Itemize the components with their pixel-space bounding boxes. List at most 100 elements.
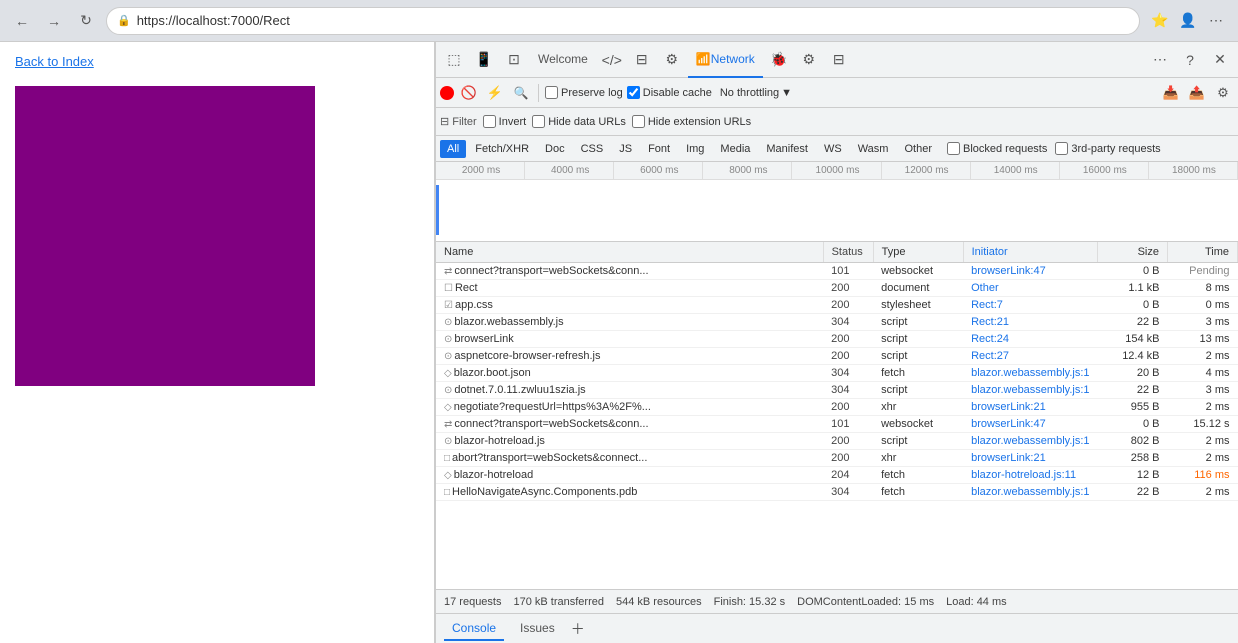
initiator-link[interactable]: browserLink:47 [971,418,1046,430]
close-devtools-button[interactable]: ✕ [1206,46,1234,74]
initiator-link[interactable]: Rect:7 [971,299,1003,311]
table-row[interactable]: ☑app.css 200 stylesheet Rect:7 0 B 0 ms [436,297,1238,314]
table-row[interactable]: □HelloNavigateAsync.Components.pdb 304 f… [436,484,1238,501]
invert-checkbox[interactable] [483,115,496,128]
type-filter-other[interactable]: Other [897,140,939,158]
elements-icon[interactable]: ⊟ [628,46,656,74]
tab-network[interactable]: 📶 Network [688,42,763,78]
type-filter-manifest[interactable]: Manifest [759,140,815,158]
row-initiator[interactable]: Rect:21 [963,314,1097,331]
hide-data-urls-checkbox[interactable] [532,115,545,128]
forward-button[interactable]: → [42,9,66,33]
row-initiator[interactable]: blazor-hotreload.js:11 [963,467,1097,484]
row-initiator[interactable]: blazor.webassembly.js:1 [963,365,1097,382]
row-initiator[interactable]: Rect:24 [963,331,1097,348]
search-button[interactable]: 🔍 [510,82,532,104]
initiator-link[interactable]: blazor.webassembly.js:1 [971,486,1089,498]
table-row[interactable]: ◇blazor-hotreload 204 fetch blazor-hotre… [436,467,1238,484]
table-row[interactable]: ⇄connect?transport=webSockets&conn... 10… [436,263,1238,280]
clear-button[interactable]: 🚫 [458,82,480,104]
table-row[interactable]: ⇄connect?transport=webSockets&conn... 10… [436,416,1238,433]
extensions-button[interactable]: ⭐ [1148,9,1172,33]
table-row[interactable]: ◇negotiate?requestUrl=https%3A%2F%... 20… [436,399,1238,416]
disable-cache-checkbox[interactable] [627,86,640,99]
initiator-link[interactable]: blazor.webassembly.js:1 [971,367,1089,379]
blocked-requests-label[interactable]: Blocked requests [947,142,1047,155]
device-toolbar-button[interactable]: 📱 [470,46,498,74]
performance-icon[interactable]: ⚙ [658,46,686,74]
type-filter-ws[interactable]: WS [817,140,849,158]
inspect-element-button[interactable]: ⬚ [440,46,468,74]
initiator-link[interactable]: Rect:27 [971,350,1009,362]
refresh-button[interactable]: ↻ [74,9,98,33]
row-initiator[interactable]: browserLink:21 [963,399,1097,416]
tab-console[interactable]: Console [444,617,504,641]
table-row[interactable]: ☐Rect 200 document Other 1.1 kB 8 ms [436,280,1238,297]
more-button[interactable]: ⋯ [1204,9,1228,33]
hide-data-urls-label[interactable]: Hide data URLs [532,115,626,128]
table-row[interactable]: ⊙blazor.webassembly.js 304 script Rect:2… [436,314,1238,331]
help-button[interactable]: ? [1176,46,1204,74]
back-button[interactable]: ← [10,9,34,33]
initiator-link[interactable]: browserLink:21 [971,401,1046,413]
table-row[interactable]: □abort?transport=webSockets&connect... 2… [436,450,1238,467]
throttling-button[interactable]: No throttling ▼ [716,85,796,101]
third-party-label[interactable]: 3rd-party requests [1055,142,1160,155]
row-initiator[interactable]: browserLink:47 [963,416,1097,433]
row-initiator[interactable]: blazor.webassembly.js:1 [963,433,1097,450]
more-options-button[interactable]: ⋯ [1146,46,1174,74]
type-filter-all[interactable]: All [440,140,466,158]
import-button[interactable]: 📥 [1160,82,1182,104]
initiator-link[interactable]: blazor-hotreload.js:11 [971,469,1076,481]
initiator-link[interactable]: Rect:24 [971,333,1009,345]
console-tab-icon[interactable]: ⊡ [500,46,528,74]
network-table-container[interactable]: Name Status Type Initiator Size Time ⇄co… [436,242,1238,589]
invert-label[interactable]: Invert [483,115,527,128]
type-filter-img[interactable]: Img [679,140,711,158]
tab-welcome[interactable]: Welcome [530,42,596,78]
preserve-log-checkbox[interactable] [545,86,558,99]
type-filter-js[interactable]: JS [612,140,639,158]
back-to-index-link[interactable]: Back to Index [0,42,434,81]
initiator-link[interactable]: Rect:21 [971,316,1009,328]
row-initiator[interactable]: blazor.webassembly.js:1 [963,484,1097,501]
more-tools-button[interactable]: 🐞 [765,46,793,74]
row-initiator[interactable]: browserLink:21 [963,450,1097,467]
type-filter-media[interactable]: Media [713,140,757,158]
filter-button[interactable]: ⊟ Filter [440,115,477,128]
row-initiator[interactable]: browserLink:47 [963,263,1097,280]
add-tab-button[interactable]: ＋ [571,619,585,639]
settings-icon[interactable]: ⚙ [795,46,823,74]
profile-button[interactable]: 👤 [1176,9,1200,33]
table-row[interactable]: ⊙blazor-hotreload.js 200 script blazor.w… [436,433,1238,450]
preserve-log-label[interactable]: Preserve log [545,86,623,99]
settings-network-button[interactable]: ⚙ [1212,82,1234,104]
table-row[interactable]: ⊙aspnetcore-browser-refresh.js 200 scrip… [436,348,1238,365]
table-row[interactable]: ⊙browserLink 200 script Rect:24 154 kB 1… [436,331,1238,348]
type-filter-wasm[interactable]: Wasm [851,140,896,158]
table-row[interactable]: ◇blazor.boot.json 304 fetch blazor.webas… [436,365,1238,382]
address-bar[interactable]: 🔒 https://localhost:7000/Rect [106,7,1140,35]
filter-toggle[interactable]: ⚡ [484,82,506,104]
initiator-link[interactable]: blazor.webassembly.js:1 [971,384,1089,396]
hide-ext-urls-checkbox[interactable] [632,115,645,128]
type-filter-css[interactable]: CSS [574,140,611,158]
export-button[interactable]: 📤 [1186,82,1208,104]
table-row[interactable]: ⊙dotnet.7.0.11.zwluu1szia.js 304 script … [436,382,1238,399]
dock-button[interactable]: ⊟ [825,46,853,74]
type-filter-fetch/xhr[interactable]: Fetch/XHR [468,140,536,158]
record-button[interactable] [440,86,454,100]
row-initiator[interactable]: Rect:7 [963,297,1097,314]
hide-ext-urls-label[interactable]: Hide extension URLs [632,115,751,128]
third-party-checkbox[interactable] [1055,142,1068,155]
blocked-requests-checkbox[interactable] [947,142,960,155]
initiator-link[interactable]: browserLink:21 [971,452,1046,464]
sources-icon[interactable]: </> [598,46,626,74]
tab-issues[interactable]: Issues [512,617,563,641]
disable-cache-label[interactable]: Disable cache [627,86,712,99]
type-filter-font[interactable]: Font [641,140,677,158]
row-initiator[interactable]: blazor.webassembly.js:1 [963,382,1097,399]
row-initiator[interactable]: Rect:27 [963,348,1097,365]
initiator-link[interactable]: browserLink:47 [971,265,1046,277]
initiator-link[interactable]: blazor.webassembly.js:1 [971,435,1089,447]
